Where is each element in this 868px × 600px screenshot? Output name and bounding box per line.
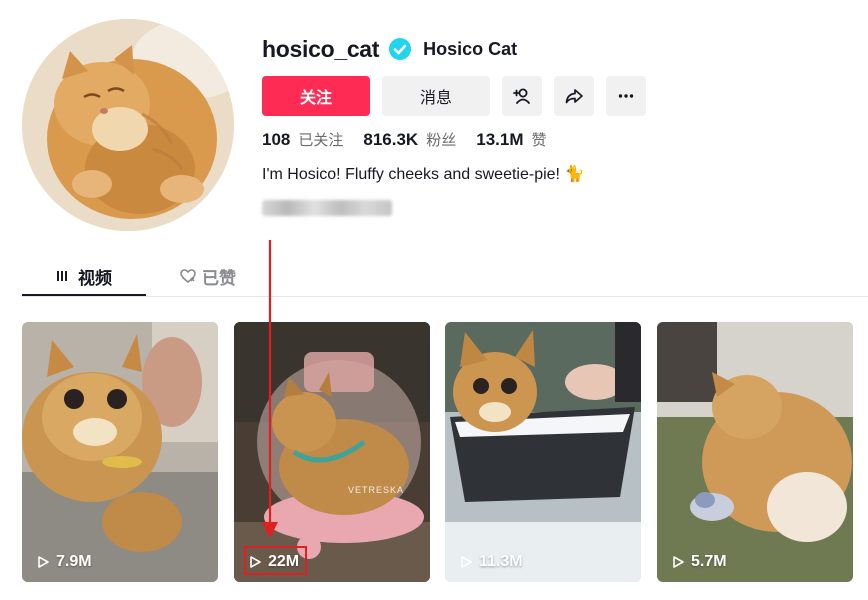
username: hosico_cat: [262, 35, 380, 62]
video-card[interactable]: 11.3M: [445, 322, 641, 582]
tab-liked-label: 已赞: [202, 268, 236, 288]
more-icon: [616, 86, 636, 106]
view-count-text: 11.3M: [479, 553, 523, 570]
view-count: 7.9M: [36, 553, 92, 571]
following-stat[interactable]: 108 已关注: [262, 129, 343, 150]
active-tab-indicator: [22, 294, 146, 296]
display-name: Hosico Cat: [423, 38, 518, 59]
view-count-text: 7.9M: [56, 553, 92, 570]
heart-icon: [180, 268, 202, 284]
play-icon: [36, 555, 56, 569]
view-count: 11.3M: [459, 553, 523, 571]
profile-name-row: hosico_cat Hosico Cat: [262, 34, 517, 64]
bio-link-blurred[interactable]: [262, 200, 392, 216]
profile-actions: 关注 消息: [262, 76, 646, 116]
add-friend-button[interactable]: [502, 76, 542, 116]
video-card[interactable]: VETRESKA 22M: [234, 322, 430, 582]
profile-stats: 108 已关注 816.3K 粉丝 13.1M 赞: [262, 129, 567, 150]
profile-avatar: [22, 19, 234, 231]
video-thumbnail: [234, 322, 430, 582]
more-button[interactable]: [606, 76, 646, 116]
following-count: 108: [262, 130, 291, 149]
follow-button[interactable]: 关注: [262, 76, 370, 116]
followers-stat[interactable]: 816.3K 粉丝: [363, 129, 456, 150]
play-icon: [459, 555, 479, 569]
tab-videos[interactable]: 视频: [22, 255, 146, 297]
tab-liked[interactable]: 已赞: [146, 255, 270, 297]
add-friend-icon: [512, 86, 532, 106]
video-card[interactable]: 5.7M: [657, 322, 853, 582]
video-grid: 7.9M VETRESKA 22M 11.3M 5.7M: [22, 322, 854, 582]
likes-label: 赞: [531, 132, 547, 149]
play-icon: [671, 555, 691, 569]
view-count-text: 5.7M: [691, 553, 727, 570]
video-thumbnail: [445, 322, 641, 582]
profile-bio: I'm Hosico! Fluffy cheeks and sweetie-pi…: [262, 166, 585, 183]
share-button[interactable]: [554, 76, 594, 116]
video-thumbnail: [657, 322, 853, 582]
likes-stat: 13.1M 赞: [476, 129, 546, 150]
video-thumbnail: [22, 322, 218, 582]
followers-count: 816.3K: [363, 130, 419, 149]
profile-tabs: 视频 已赞: [22, 255, 868, 297]
annotation-highlight-box: [244, 546, 307, 575]
followers-label: 粉丝: [426, 132, 457, 149]
share-icon: [564, 86, 584, 106]
message-button[interactable]: 消息: [382, 76, 490, 116]
tab-videos-label: 视频: [78, 268, 112, 288]
likes-count: 13.1M: [476, 130, 524, 149]
verified-badge-icon: [389, 38, 412, 60]
following-label: 已关注: [298, 132, 344, 149]
view-count: 5.7M: [671, 553, 727, 571]
video-card[interactable]: 7.9M: [22, 322, 218, 582]
video-watermark: VETRESKA: [348, 485, 405, 495]
grid-icon: [56, 268, 78, 284]
